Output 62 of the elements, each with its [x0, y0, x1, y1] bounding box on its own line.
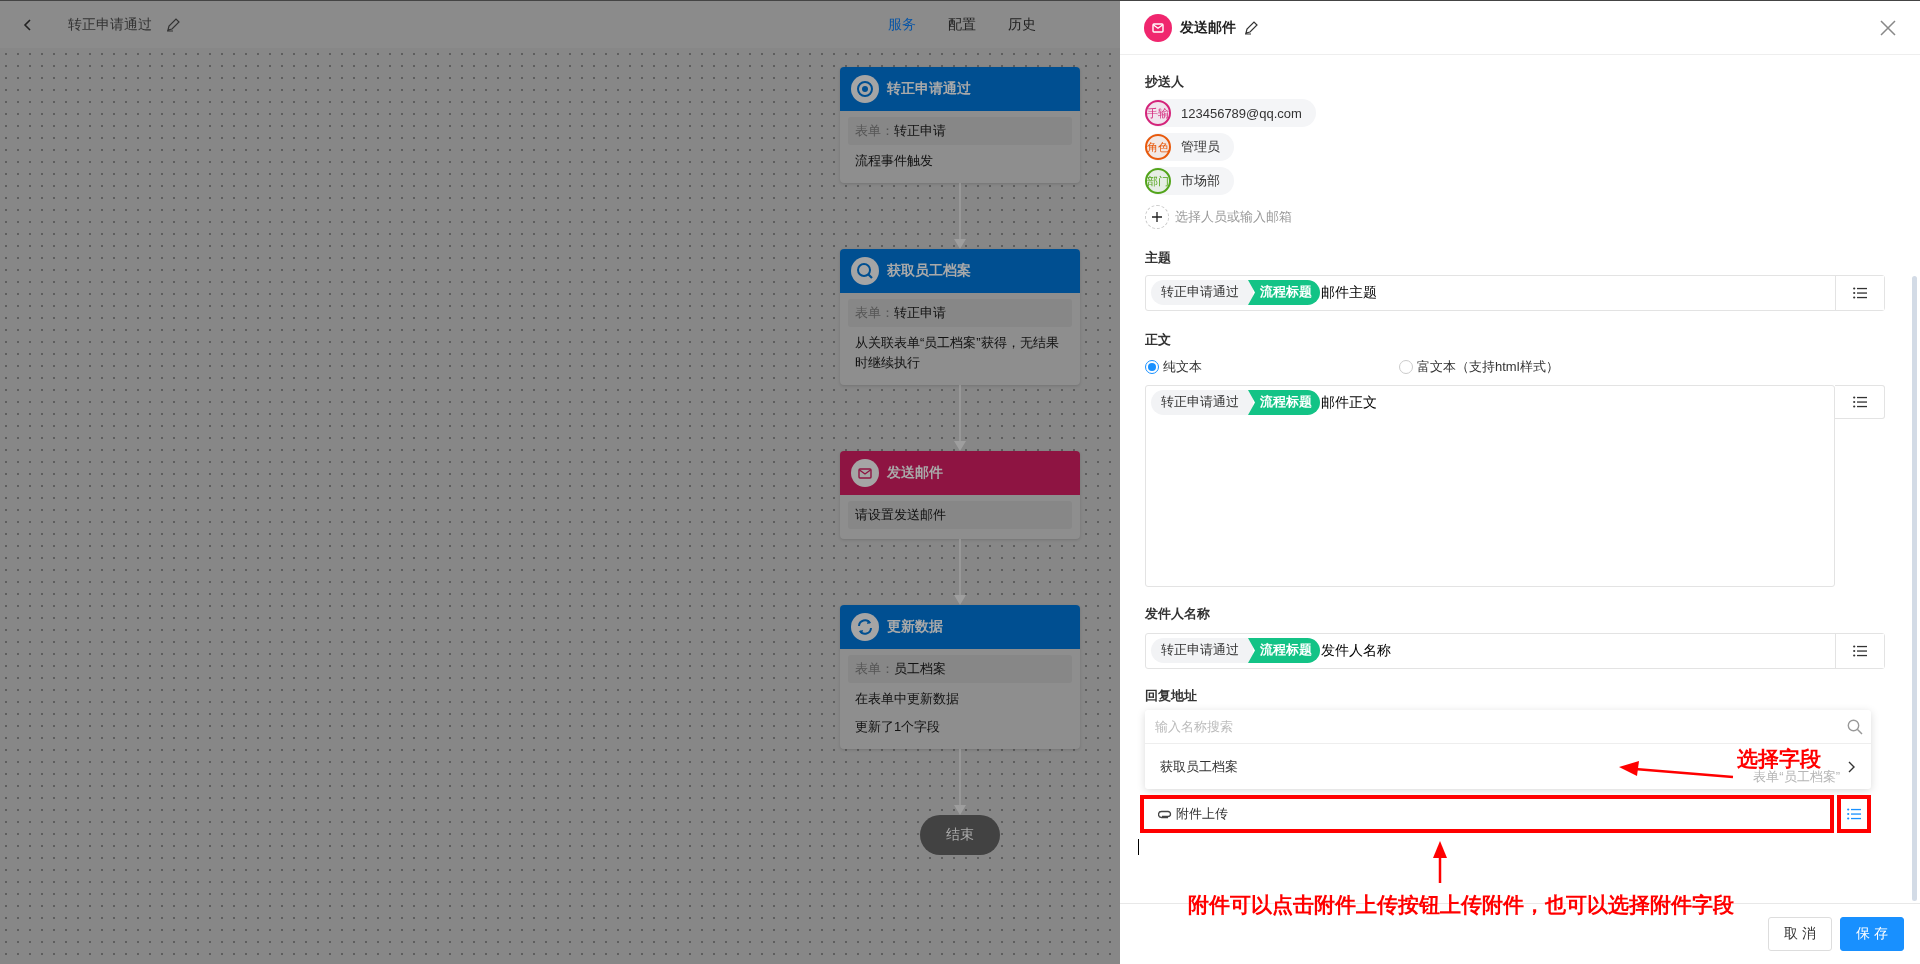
node-description: 在表单中更新数据 — [854, 690, 960, 708]
recipient-chip[interactable]: 部门 市场部 — [1145, 167, 1234, 195]
panel-title: 发送邮件 — [1180, 18, 1236, 37]
nav-tab[interactable]: 配置 — [948, 15, 976, 34]
cancel-button[interactable]: 取消 — [1768, 917, 1832, 951]
connector-arrow — [954, 385, 966, 451]
recipient-name: 123456789@qq.com — [1181, 105, 1302, 121]
annotation-arrow — [1430, 841, 1450, 883]
end-node[interactable]: 结束 — [920, 815, 1000, 855]
node-description: 更新了1个字段 — [854, 718, 942, 736]
node-field: 请设置发送邮件 — [848, 501, 1072, 529]
recipient-chip[interactable]: 角色 管理员 — [1145, 133, 1234, 161]
text-cursor — [1138, 839, 1139, 855]
node-title: 发送邮件 — [887, 464, 943, 482]
node-title: 转正申请通过 — [887, 80, 971, 98]
node-title: 更新数据 — [887, 618, 943, 636]
node-description: 从关联表单“员工档案”获得，无结果时继续执行 — [854, 334, 1060, 372]
mail-icon — [851, 459, 879, 487]
add-recipient-button[interactable] — [1145, 205, 1169, 229]
search-icon[interactable] — [1847, 718, 1863, 735]
node-title: 获取员工档案 — [887, 262, 971, 280]
sync-icon — [851, 613, 879, 641]
search-icon — [851, 257, 879, 285]
format-radio[interactable]: 纯文本 — [1145, 358, 1202, 376]
list-icon — [1852, 396, 1867, 408]
recipient-tag: 角色 — [1145, 134, 1171, 160]
connector-arrow — [954, 183, 966, 249]
nav-tab[interactable]: 历史 — [1008, 15, 1036, 34]
option-label[interactable]: 获取员工档案 — [1160, 757, 1238, 776]
recipient-chip[interactable]: 手输 123456789@qq.com — [1145, 99, 1316, 127]
target-icon — [851, 75, 879, 103]
edit-icon[interactable] — [1244, 20, 1258, 35]
recipient-name: 市场部 — [1181, 172, 1220, 190]
field-label: 发件人名称 — [1145, 605, 1211, 623]
field-token: 流程标题 — [1248, 390, 1320, 415]
node-token: 转正申请通过 — [1151, 390, 1253, 415]
connector-arrow — [954, 749, 966, 815]
format-radio[interactable]: 富文本（支持html样式） — [1399, 358, 1559, 376]
flow-node[interactable]: 发送邮件 请设置发送邮件 — [840, 451, 1080, 539]
recipient-tag: 部门 — [1145, 168, 1171, 194]
body-field[interactable]: 转正申请通过 流程标题 邮件正文 — [1145, 385, 1835, 587]
scrollbar[interactable] — [1912, 276, 1917, 901]
field-label: 正文 — [1145, 331, 1172, 349]
recipient-name: 管理员 — [1181, 138, 1220, 156]
annotation-text: 选择字段 — [1737, 748, 1821, 770]
option-hint: 表单“员工档案” — [1753, 769, 1840, 784]
field-label: 回复地址 — [1145, 687, 1198, 705]
recipient-tag: 手输 — [1145, 100, 1171, 126]
chevron-right-icon — [1848, 760, 1856, 773]
upload-button[interactable]: 附件上传 — [1158, 805, 1228, 823]
workflow-title: 转正申请通过 — [68, 15, 152, 34]
field-label: 主题 — [1145, 249, 1172, 267]
list-icon — [1847, 808, 1861, 820]
mail-icon — [1144, 13, 1172, 42]
plus-icon — [1152, 211, 1162, 223]
paperclip-icon — [1158, 809, 1172, 819]
field-picker-button[interactable] — [1837, 795, 1871, 833]
annotation-text: 附件可以点击附件上传按钮上传附件，也可以选择附件字段 — [1188, 894, 1734, 916]
close-icon[interactable] — [1880, 19, 1896, 36]
node-description: 流程事件触发 — [854, 152, 934, 170]
connector-arrow — [954, 539, 966, 605]
field-label: 抄送人 — [1145, 73, 1185, 91]
